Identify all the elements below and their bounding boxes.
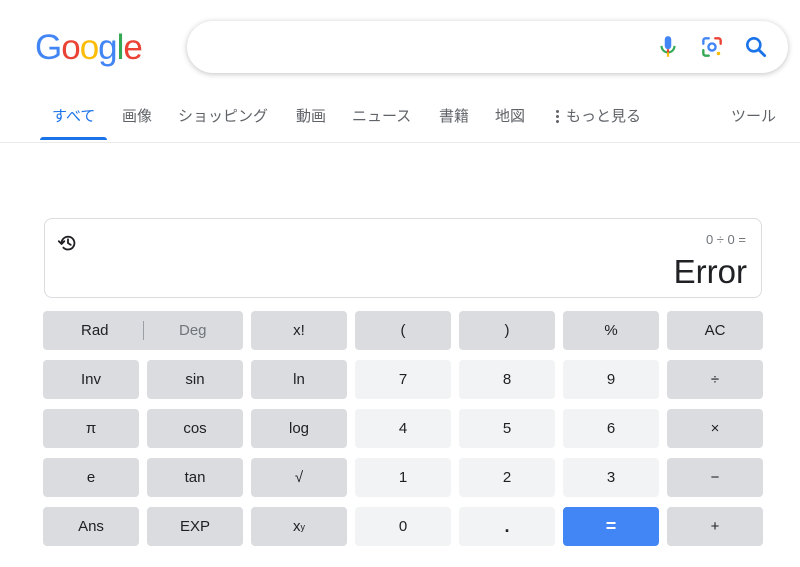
digit-3-button[interactable]: 3	[563, 458, 659, 497]
pi-button[interactable]: π	[43, 409, 139, 448]
power-exponent: y	[300, 521, 306, 532]
search-box[interactable]	[187, 21, 788, 73]
calculator-display: 0 ÷ 0 = Error	[44, 218, 762, 298]
minus-button[interactable]: −	[667, 458, 763, 497]
inverse-button[interactable]: Inv	[43, 360, 139, 399]
cos-button[interactable]: cos	[147, 409, 243, 448]
divide-button[interactable]: ÷	[667, 360, 763, 399]
power-base: x	[293, 518, 301, 535]
logo-letter: g	[98, 28, 117, 67]
tab-books[interactable]: 書籍	[439, 104, 469, 140]
microphone-icon[interactable]	[655, 34, 681, 60]
percent-button[interactable]: %	[563, 311, 659, 350]
tab-tools[interactable]: ツール	[731, 104, 776, 140]
close-paren-button[interactable]: )	[459, 311, 555, 350]
tab-all[interactable]: すべて	[39, 104, 108, 140]
logo-letter: o	[61, 28, 80, 67]
digit-1-button[interactable]: 1	[355, 458, 451, 497]
logo-letter: G	[35, 28, 62, 67]
factorial-button[interactable]: x!	[251, 311, 347, 350]
logo-letter: o	[79, 28, 99, 67]
exp-button[interactable]: EXP	[147, 507, 243, 546]
equals-button[interactable]: =	[563, 507, 659, 546]
power-button[interactable]: xy	[251, 507, 347, 546]
calculator-expression: 0 ÷ 0 =	[705, 232, 746, 247]
digit-6-button[interactable]: 6	[563, 409, 659, 448]
sin-button[interactable]: sin	[147, 360, 243, 399]
rad-label[interactable]: Rad	[81, 322, 109, 339]
euler-button[interactable]: e	[43, 458, 139, 497]
digit-2-button[interactable]: 2	[459, 458, 555, 497]
ans-button[interactable]: Ans	[43, 507, 139, 546]
tab-videos[interactable]: 動画	[296, 104, 326, 140]
more-vert-icon	[556, 108, 560, 125]
rad-deg-toggle[interactable]: Rad Deg	[43, 311, 243, 350]
search-input[interactable]	[207, 31, 631, 65]
tab-more[interactable]: もっと見る	[556, 104, 641, 140]
multiply-button[interactable]: ×	[667, 409, 763, 448]
sqrt-button[interactable]: √	[251, 458, 347, 497]
digit-9-button[interactable]: 9	[563, 360, 659, 399]
history-icon[interactable]	[57, 232, 79, 254]
digit-0-button[interactable]: 0	[355, 507, 451, 546]
plus-button[interactable]: +	[667, 507, 763, 546]
ln-button[interactable]: ln	[251, 360, 347, 399]
log-button[interactable]: log	[251, 409, 347, 448]
calculator-keypad: Rad Deg x! ( ) % AC Inv sin ln 7 8 9 ÷ π…	[43, 311, 763, 546]
search-icon[interactable]	[743, 34, 769, 60]
rad-deg-divider	[143, 321, 144, 340]
calculator-result: Error	[673, 253, 747, 290]
tab-news[interactable]: ニュース	[352, 104, 411, 140]
digit-7-button[interactable]: 7	[355, 360, 451, 399]
google-logo[interactable]: Google	[35, 28, 143, 68]
tab-more-label: もっと見る	[566, 107, 642, 125]
all-clear-button[interactable]: AC	[667, 311, 763, 350]
google-lens-icon[interactable]	[699, 34, 725, 60]
open-paren-button[interactable]: (	[355, 311, 451, 350]
logo-letter: e	[123, 28, 142, 67]
tan-button[interactable]: tan	[147, 458, 243, 497]
search-tabs: すべて 画像 ショッピング 動画 ニュース 書籍 地図 もっと見る ツール	[0, 104, 800, 143]
tab-images[interactable]: 画像	[122, 104, 152, 140]
decimal-point-button[interactable]: .	[459, 507, 555, 546]
digit-5-button[interactable]: 5	[459, 409, 555, 448]
deg-label[interactable]: Deg	[179, 322, 207, 339]
tab-maps[interactable]: 地図	[495, 104, 525, 140]
digit-8-button[interactable]: 8	[459, 360, 555, 399]
tab-shopping[interactable]: ショッピング	[178, 104, 268, 140]
digit-4-button[interactable]: 4	[355, 409, 451, 448]
